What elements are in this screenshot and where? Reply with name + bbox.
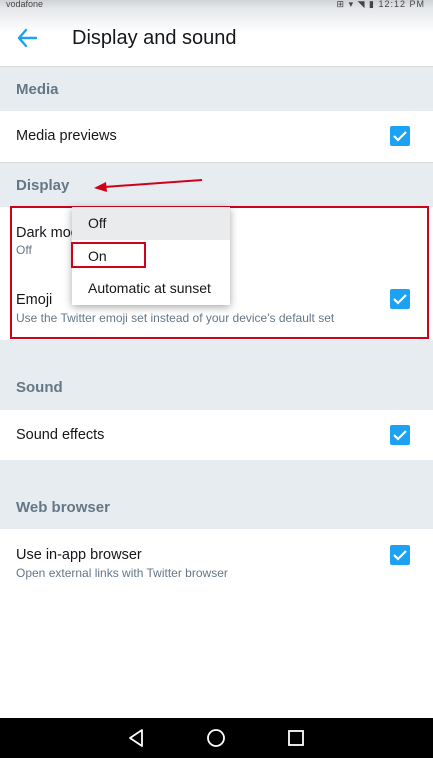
setting-description-emoji: Use the Twitter emoji set instead of you… bbox=[16, 311, 335, 325]
setting-label-in-app-browser: Use in-app browser bbox=[16, 547, 142, 563]
setting-label-sound-effects: Sound effects bbox=[16, 427, 105, 443]
system-nav-bar bbox=[0, 718, 433, 758]
in-app-browser-checkbox[interactable] bbox=[390, 545, 410, 565]
page-title: Display and sound bbox=[72, 27, 237, 49]
section-header-sound: Sound bbox=[0, 340, 433, 410]
media-previews-checkbox[interactable] bbox=[390, 126, 410, 146]
status-icons: ⊞ ▾ ◥ ▮ 12:12 PM bbox=[336, 0, 425, 9]
setting-row-sound-effects[interactable]: Sound effects bbox=[0, 410, 433, 460]
checkmark-icon bbox=[393, 430, 407, 441]
emoji-checkbox[interactable] bbox=[390, 289, 410, 309]
menu-option-on[interactable]: On bbox=[72, 240, 230, 273]
sound-effects-checkbox[interactable] bbox=[390, 425, 410, 445]
back-triangle-icon[interactable] bbox=[127, 728, 145, 748]
checkmark-icon bbox=[393, 131, 407, 142]
menu-option-automatic-label: Automatic at sunset bbox=[88, 280, 211, 296]
setting-label-emoji[interactable]: Emoji bbox=[16, 292, 52, 308]
section-title-media: Media bbox=[16, 81, 59, 98]
checkmark-icon bbox=[393, 294, 407, 305]
section-header-web-browser: Web browser bbox=[0, 460, 433, 529]
menu-option-off-label: Off bbox=[88, 215, 107, 231]
home-circle-icon[interactable] bbox=[206, 728, 226, 748]
recents-square-icon[interactable] bbox=[287, 728, 305, 748]
setting-value-dark-mode: Off bbox=[16, 243, 32, 257]
section-title-sound: Sound bbox=[16, 379, 63, 396]
section-title-display: Display bbox=[16, 177, 70, 194]
setting-row-media-previews[interactable]: Media previews bbox=[0, 111, 433, 163]
menu-option-on-label: On bbox=[88, 248, 107, 264]
checkmark-icon bbox=[393, 550, 407, 561]
setting-row-in-app-browser[interactable]: Use in-app browser Open external links w… bbox=[0, 529, 433, 718]
app-bar: Display and sound bbox=[0, 10, 433, 67]
section-header-media: Media bbox=[0, 67, 433, 111]
setting-description-in-app-browser: Open external links with Twitter browser bbox=[16, 566, 228, 580]
dark-mode-menu: Off On Automatic at sunset bbox=[72, 207, 230, 305]
status-bar: vodafone ⊞ ▾ ◥ ▮ 12:12 PM bbox=[0, 0, 433, 10]
setting-label-media-previews: Media previews bbox=[16, 128, 117, 144]
section-title-web-browser: Web browser bbox=[16, 499, 110, 516]
menu-option-automatic-at-sunset[interactable]: Automatic at sunset bbox=[72, 272, 230, 305]
arrow-left-icon[interactable] bbox=[16, 28, 40, 48]
menu-option-off[interactable]: Off bbox=[72, 207, 230, 240]
section-header-display: Display bbox=[0, 163, 433, 207]
carrier-name: vodafone bbox=[6, 0, 44, 9]
